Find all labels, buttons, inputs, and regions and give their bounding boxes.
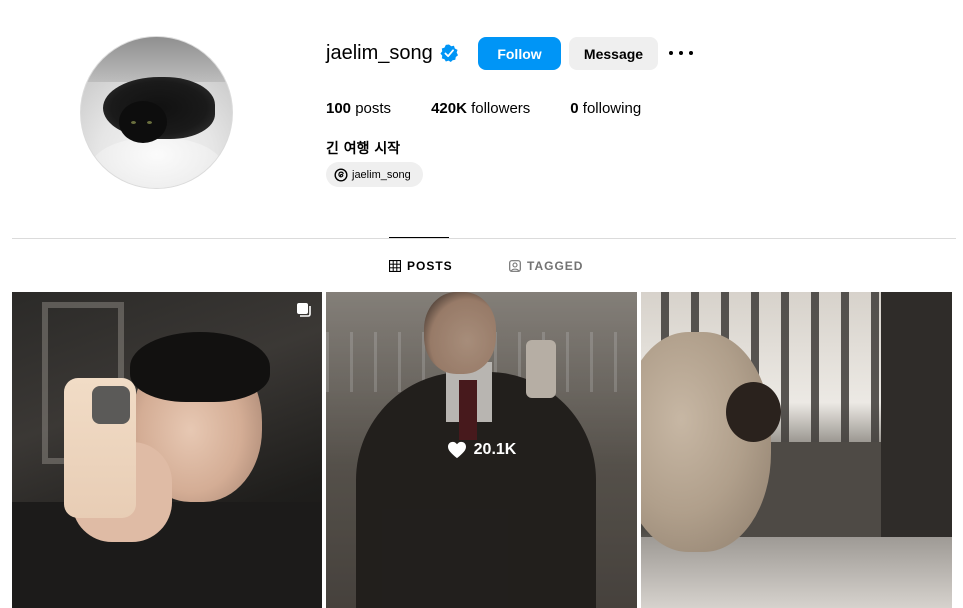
posts-count: 100 (326, 100, 352, 117)
post-thumbnail-2[interactable]: 20.1K (326, 292, 637, 608)
verified-badge-icon (440, 44, 458, 62)
post-likes-count: 20.1K (473, 441, 517, 458)
tagged-user-icon (509, 260, 521, 272)
followers-label: followers (466, 100, 531, 117)
more-options-icon[interactable] (669, 44, 693, 62)
threads-link[interactable]: jaelim_song (326, 162, 423, 187)
followers-stat[interactable]: 420K followers (431, 100, 530, 117)
active-tab-indicator (389, 237, 449, 238)
posts-label: posts (351, 100, 392, 117)
profile-stats: 100 posts 420K followers 0 following (326, 100, 681, 117)
profile-avatar[interactable] (80, 36, 233, 189)
followers-count: 420K (431, 100, 467, 117)
profile-bio: 긴 여행 시작 (326, 141, 401, 157)
tabs-divider (12, 238, 956, 239)
tab-tagged-label: TAGGED (527, 259, 584, 273)
tab-posts-label: POSTS (407, 259, 453, 273)
threads-handle: jaelim_song (352, 168, 411, 181)
multiple-photos-icon (297, 303, 311, 317)
profile-username: jaelim_song (326, 42, 433, 64)
avatar-cat-head (119, 101, 167, 143)
phone-camera (92, 386, 130, 424)
person-fleece-coat (641, 332, 771, 552)
tab-tagged[interactable]: TAGGED (509, 259, 583, 273)
follow-button[interactable]: Follow (478, 37, 561, 70)
avatar-blanket (91, 137, 223, 188)
message-button[interactable]: Message (569, 37, 658, 70)
dot (689, 51, 693, 55)
post-thumbnail-3[interactable] (641, 292, 952, 608)
cat-eye (147, 121, 152, 124)
avatar-background (81, 37, 232, 82)
post-thumbnail-1[interactable] (12, 292, 322, 608)
posts-count-stat: 100 posts (326, 100, 391, 117)
heart-icon (447, 441, 466, 459)
grid-icon (389, 260, 401, 272)
wall (881, 292, 952, 552)
dot (679, 51, 683, 55)
cat-eye (131, 121, 136, 124)
post-hover-overlay: 20.1K (326, 292, 637, 608)
tab-posts[interactable]: POSTS (389, 259, 453, 273)
following-count: 0 (570, 100, 579, 117)
person-hair (130, 332, 270, 402)
following-label: following (578, 100, 642, 117)
following-stat[interactable]: 0 following (570, 100, 641, 117)
threads-icon (334, 167, 348, 182)
dot (669, 51, 673, 55)
person-head (726, 382, 781, 442)
